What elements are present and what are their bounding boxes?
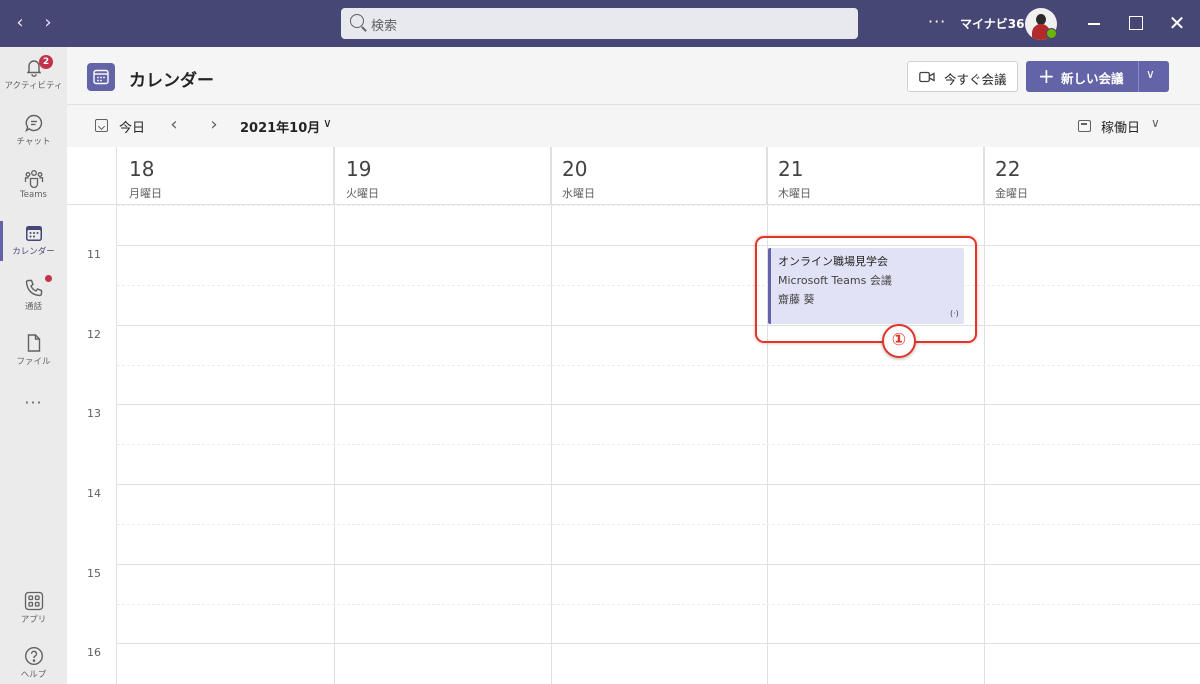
- rail-item-calendar[interactable]: カレンダー: [0, 217, 67, 267]
- hour-line: [117, 564, 1200, 565]
- calendar-toolbar: 今日 ‹ › 2021年10月 ∨ 稼働日 ∨: [67, 105, 1200, 147]
- minimize-button[interactable]: [1085, 13, 1105, 33]
- video-camera-icon: [919, 71, 935, 83]
- phone-icon: [25, 279, 42, 297]
- maximize-button[interactable]: [1126, 13, 1146, 33]
- search-icon: [350, 14, 364, 28]
- chevron-down-icon[interactable]: ∨: [1151, 116, 1160, 130]
- day-number: 21: [778, 157, 804, 181]
- rail-item-label: ファイル: [16, 357, 51, 367]
- next-week-button[interactable]: ›: [205, 114, 223, 136]
- day-header-mon[interactable]: 18 月曜日: [118, 147, 334, 204]
- meet-now-button[interactable]: 今すぐ会議: [907, 61, 1018, 92]
- new-meeting-button[interactable]: + 新しい会議 ∨: [1026, 61, 1169, 92]
- view-icon: [1078, 120, 1091, 132]
- more-options-button[interactable]: ···: [928, 12, 946, 31]
- slot-line: [117, 205, 1200, 206]
- hour-line: [117, 325, 1200, 326]
- hour-label: 12: [87, 328, 101, 341]
- rail-item-label: 通話: [24, 302, 42, 312]
- day-number: 20: [562, 157, 588, 181]
- file-icon: [27, 334, 40, 352]
- hour-line: [117, 404, 1200, 405]
- app-rail: 2 アクティビティ チャット Teams カレンダー 通話 ファイル ··· ア…: [0, 47, 67, 684]
- slot-line: [117, 604, 1200, 605]
- rail-item-teams[interactable]: Teams: [0, 162, 67, 212]
- calendar-app-icon: [87, 63, 115, 91]
- hour-line: [117, 245, 1200, 246]
- rail-item-apps[interactable]: アプリ: [0, 585, 67, 635]
- day-header-tue[interactable]: 19 火曜日: [335, 147, 551, 204]
- org-name[interactable]: マイナビ365: [960, 15, 1033, 32]
- today-icon[interactable]: [95, 119, 108, 132]
- annotation-number: ①: [882, 324, 916, 358]
- day-header-thu[interactable]: 21 木曜日: [767, 147, 984, 204]
- month-picker[interactable]: 2021年10月: [240, 117, 320, 136]
- day-number: 19: [346, 157, 372, 181]
- rail-item-calls[interactable]: 通話: [0, 272, 67, 322]
- previous-week-button[interactable]: ‹: [165, 114, 183, 136]
- day-name: 金曜日: [995, 187, 1028, 200]
- close-button[interactable]: ✕: [1167, 13, 1187, 33]
- day-name: 水曜日: [562, 187, 595, 200]
- chevron-down-icon[interactable]: ∨: [323, 116, 332, 130]
- day-name: 木曜日: [778, 187, 811, 200]
- day-name: 火曜日: [346, 187, 379, 200]
- teams-icon: [24, 170, 43, 188]
- slot-line: [117, 285, 1200, 286]
- hour-label: 14: [87, 487, 101, 500]
- calendar-icon: [25, 226, 42, 241]
- hour-label: 16: [87, 646, 101, 659]
- hour-label: 13: [87, 407, 101, 420]
- rail-item-label: アクティビティ: [4, 81, 63, 91]
- rail-item-label: Teams: [20, 190, 47, 200]
- hour-line: [117, 643, 1200, 644]
- apps-icon: [24, 591, 43, 611]
- search-placeholder: 検索: [371, 19, 398, 34]
- chevron-down-icon[interactable]: ∨: [1146, 67, 1155, 81]
- rail-item-label: カレンダー: [12, 247, 55, 257]
- view-switcher[interactable]: 稼働日: [1101, 117, 1140, 136]
- slot-line: [117, 444, 1200, 445]
- page-title: カレンダー: [129, 71, 214, 91]
- today-button[interactable]: 今日: [119, 117, 145, 136]
- help-icon: [24, 646, 43, 666]
- calendar-grid: 18 月曜日 19 火曜日 20 水曜日 21 木曜日 22 金曜日 11 12…: [67, 147, 1200, 684]
- hour-label: 11: [87, 248, 101, 261]
- rail-item-help[interactable]: ヘルプ: [0, 640, 67, 684]
- day-number: 18: [129, 157, 155, 181]
- day-name: 月曜日: [129, 187, 162, 200]
- day-header-wed[interactable]: 20 水曜日: [551, 147, 767, 204]
- day-header-fri[interactable]: 22 金曜日: [984, 147, 1200, 204]
- presence-available-icon: [1046, 28, 1057, 39]
- new-meeting-label: 新しい会議: [1061, 71, 1124, 86]
- rail-item-label: ヘルプ: [20, 670, 47, 680]
- meet-now-label: 今すぐ会議: [944, 72, 1007, 87]
- calls-notification-dot: [45, 275, 52, 282]
- activity-badge: 2: [39, 55, 53, 69]
- slot-line: [117, 365, 1200, 366]
- more-apps-button[interactable]: ···: [0, 393, 67, 412]
- slot-line: [117, 524, 1200, 525]
- search-input[interactable]: 検索: [341, 8, 858, 39]
- rail-item-chat[interactable]: チャット: [0, 107, 67, 157]
- title-bar: ‹ › 検索 ··· マイナビ365 ✕: [0, 0, 1200, 47]
- day-number: 22: [995, 157, 1021, 181]
- forward-arrow-icon[interactable]: ›: [38, 13, 58, 33]
- back-arrow-icon[interactable]: ‹: [10, 13, 30, 33]
- split-divider: [1138, 61, 1139, 92]
- rail-item-activity[interactable]: 2 アクティビティ: [0, 51, 67, 101]
- rail-item-label: アプリ: [20, 615, 47, 625]
- chat-icon: [24, 114, 42, 133]
- rail-item-files[interactable]: ファイル: [0, 327, 67, 377]
- hour-label: 15: [87, 567, 101, 580]
- hour-line: [117, 484, 1200, 485]
- rail-item-label: チャット: [16, 137, 51, 147]
- calendar-header: カレンダー 今すぐ会議 + 新しい会議 ∨: [67, 47, 1200, 105]
- annotation-highlight: [755, 236, 977, 343]
- plus-icon: +: [1038, 64, 1055, 88]
